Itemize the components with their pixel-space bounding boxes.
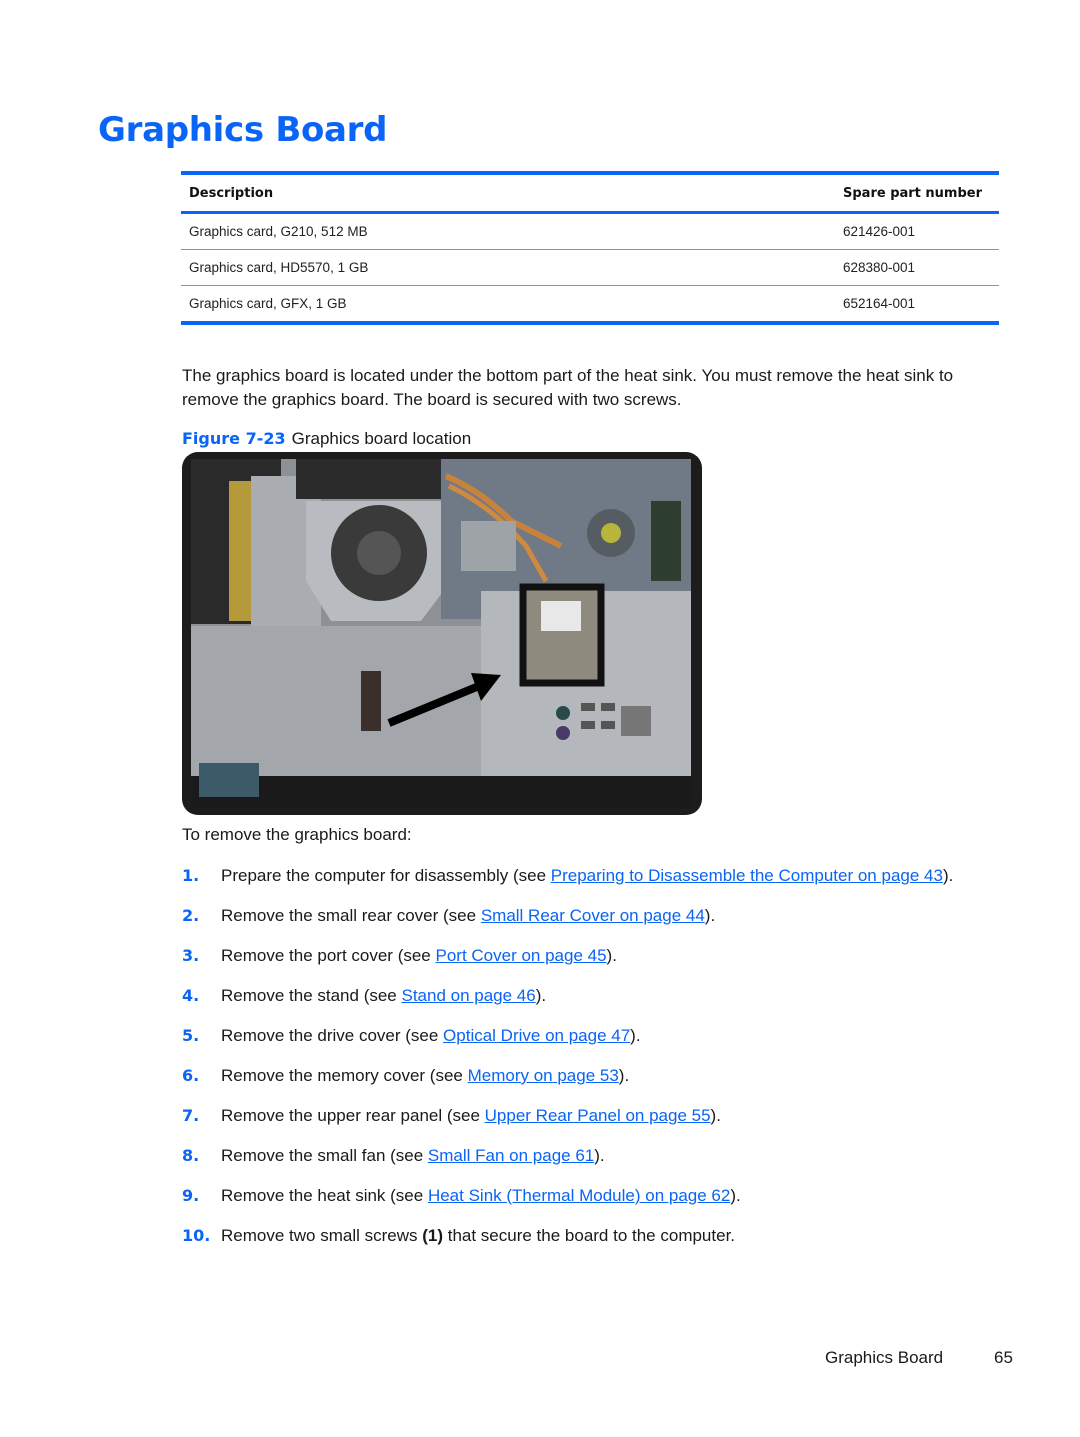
step-text: Remove the small rear cover (see: [221, 906, 481, 925]
step-number: 2.: [182, 906, 200, 925]
link-upper-rear-panel[interactable]: Upper Rear Panel on page 55: [485, 1106, 711, 1125]
graphics-board-location-photo: [181, 451, 703, 816]
procedure-step: 2. Remove the small rear cover (see Smal…: [182, 904, 1022, 944]
step-number: 1.: [182, 866, 200, 885]
column-header-part-number: Spare part number: [835, 175, 999, 214]
step-text: Remove the port cover (see: [221, 946, 436, 965]
step-text-end: ).: [594, 1146, 605, 1165]
table-header-row: Description Spare part number: [181, 175, 999, 214]
footer-page-number: 65: [994, 1348, 1013, 1367]
procedure-step: 5. Remove the drive cover (see Optical D…: [182, 1024, 1022, 1064]
link-small-fan[interactable]: Small Fan on page 61: [428, 1146, 594, 1165]
procedure-step: 4. Remove the stand (see Stand on page 4…: [182, 984, 1022, 1024]
procedure-intro: To remove the graphics board:: [182, 825, 412, 844]
part-description: Graphics card, GFX, 1 GB: [181, 285, 835, 325]
step-text: Remove the small fan (see: [221, 1146, 428, 1165]
step-text-end: ).: [730, 1186, 741, 1205]
procedure-step: 1. Prepare the computer for disassembly …: [182, 864, 1022, 904]
step-text: Remove the drive cover (see: [221, 1026, 444, 1045]
procedure-step: 8. Remove the small fan (see Small Fan o…: [182, 1144, 1022, 1184]
port: [556, 726, 570, 740]
step-text-end: ).: [942, 866, 954, 885]
step-text-end: that secure the board to the computer.: [443, 1226, 736, 1245]
procedure-steps: 1. Prepare the computer for disassembly …: [182, 864, 1022, 1264]
step-text: Remove the memory cover (see: [221, 1066, 468, 1085]
memory-module: [651, 501, 681, 581]
step-text-end: ).: [606, 946, 617, 965]
part-number: 652164-001: [835, 285, 999, 325]
link-small-rear-cover[interactable]: Small Rear Cover on page 44: [481, 906, 705, 925]
page-title: Graphics Board: [98, 110, 388, 150]
footer-section-title: Graphics Board: [825, 1348, 944, 1367]
step-text-end: ).: [704, 906, 716, 925]
step-text: Remove two small screws: [221, 1226, 423, 1245]
description-paragraph: The graphics board is located under the …: [182, 366, 954, 409]
procedure-step: 6. Remove the memory cover (see Memory o…: [182, 1064, 1022, 1104]
table-row: Graphics card, GFX, 1 GB 652164-001: [181, 285, 999, 325]
usb-port: [581, 703, 595, 711]
step-text-end: ).: [618, 1066, 630, 1085]
step-number: 4.: [182, 986, 200, 1005]
chassis-illustration: [182, 452, 702, 815]
part-number: 621426-001: [835, 212, 999, 250]
column-header-description: Description: [181, 175, 835, 214]
antenna-strip: [229, 481, 251, 621]
part-description: Graphics card, G210, 512 MB: [181, 212, 835, 250]
procedure-step: 10. Remove two small screws (1) that sec…: [182, 1224, 1022, 1264]
step-number: 9.: [182, 1186, 200, 1205]
spare-parts-table: Description Spare part number Graphics c…: [181, 171, 999, 325]
step-text-end: ).: [630, 1026, 641, 1045]
step-number: 7.: [182, 1106, 200, 1125]
bottom-bezel: [191, 776, 691, 808]
procedure-step: 3. Remove the port cover (see Port Cover…: [182, 944, 1022, 984]
step-text: Prepare the computer for disassembly (se…: [221, 866, 551, 885]
link-stand[interactable]: Stand on page 46: [401, 986, 535, 1005]
procedure-step: 9. Remove the heat sink (see Heat Sink (…: [182, 1184, 1022, 1224]
step-text-end: ).: [710, 1106, 721, 1125]
callout-number: (1): [422, 1226, 443, 1245]
part-number: 628380-001: [835, 249, 999, 286]
usb-port: [601, 721, 615, 729]
label-sticker: [199, 763, 259, 797]
procedure-step: 7. Remove the upper rear panel (see Uppe…: [182, 1104, 1022, 1144]
table-row: Graphics card, HD5570, 1 GB 628380-001: [181, 249, 999, 286]
part-description: Graphics card, HD5570, 1 GB: [181, 249, 835, 286]
top-vent: [296, 459, 441, 499]
figure-label: Figure 7-23: [182, 429, 286, 448]
usb-port: [581, 721, 595, 729]
step-number: 10.: [182, 1226, 211, 1245]
step-number: 3.: [182, 946, 200, 965]
step-number: 6.: [182, 1066, 200, 1085]
chip-plate: [461, 521, 516, 571]
link-preparing-to-disassemble[interactable]: Preparing to Disassemble the Computer on…: [551, 866, 943, 885]
link-memory[interactable]: Memory on page 53: [468, 1066, 619, 1085]
link-port-cover[interactable]: Port Cover on page 45: [435, 946, 606, 965]
step-number: 8.: [182, 1146, 200, 1165]
link-heat-sink[interactable]: Heat Sink (Thermal Module) on page 62: [428, 1186, 730, 1205]
figure-caption: Figure 7-23 Graphics board location: [182, 428, 471, 450]
usb-port: [601, 703, 615, 711]
vent-grille: [621, 706, 651, 736]
step-text: Remove the heat sink (see: [221, 1186, 428, 1205]
step-text-end: ).: [535, 986, 547, 1005]
table-row: Graphics card, G210, 512 MB 621426-001: [181, 212, 999, 250]
link-optical-drive[interactable]: Optical Drive on page 47: [443, 1026, 630, 1045]
port: [556, 706, 570, 720]
step-text: Remove the stand (see: [221, 986, 402, 1005]
step-number: 5.: [182, 1026, 200, 1045]
step-text: Remove the upper rear panel (see: [221, 1106, 485, 1125]
figure-title: Graphics board location: [291, 429, 472, 448]
